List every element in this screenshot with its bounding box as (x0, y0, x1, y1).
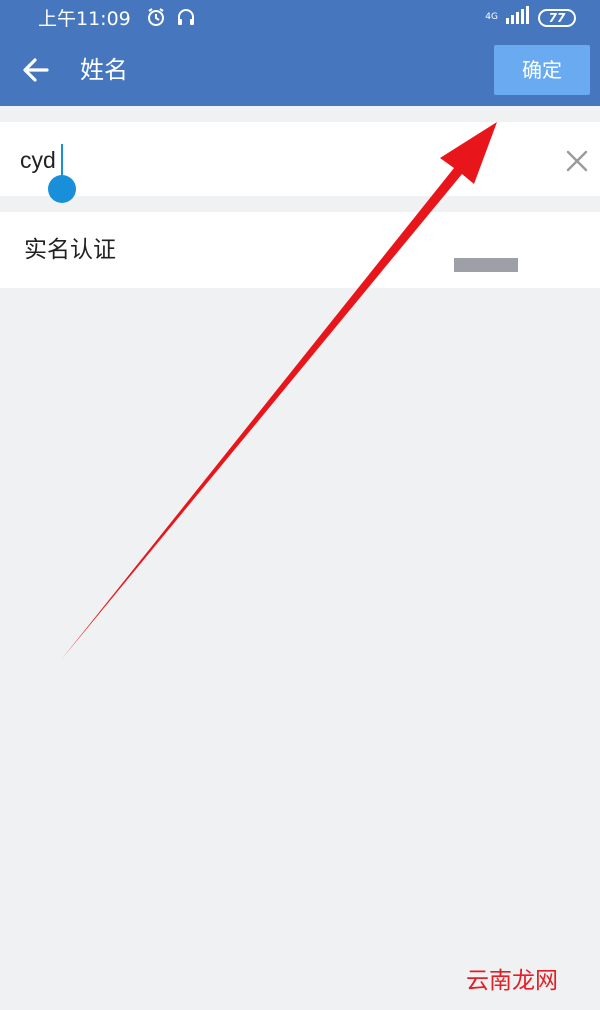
status-right: 4G 77 (485, 6, 576, 29)
network-label: 4G (485, 12, 498, 22)
page-title: 姓名 (80, 56, 128, 84)
redacted-bar (454, 258, 518, 272)
status-time: 上午11:09 (38, 7, 131, 30)
confirm-button[interactable]: 确定 (494, 45, 590, 95)
text-cursor (61, 144, 63, 176)
verify-label: 实名认证 (24, 237, 116, 263)
battery-icon: 77 (538, 8, 576, 27)
status-bar: 上午11:09 4G 77 (0, 0, 600, 34)
cursor-handle[interactable] (48, 175, 76, 203)
real-name-verification-row[interactable]: 实名认证 (0, 212, 600, 288)
app-bar: 姓名 确定 (0, 34, 600, 106)
close-icon[interactable] (562, 146, 592, 176)
arrow-left-icon[interactable] (20, 54, 52, 86)
watermark: 云南龙网 (466, 968, 558, 994)
name-input[interactable] (20, 140, 520, 180)
signal-icon (506, 6, 530, 29)
alarm-icon (145, 6, 167, 28)
headset-icon (175, 6, 197, 28)
name-row (0, 122, 600, 196)
